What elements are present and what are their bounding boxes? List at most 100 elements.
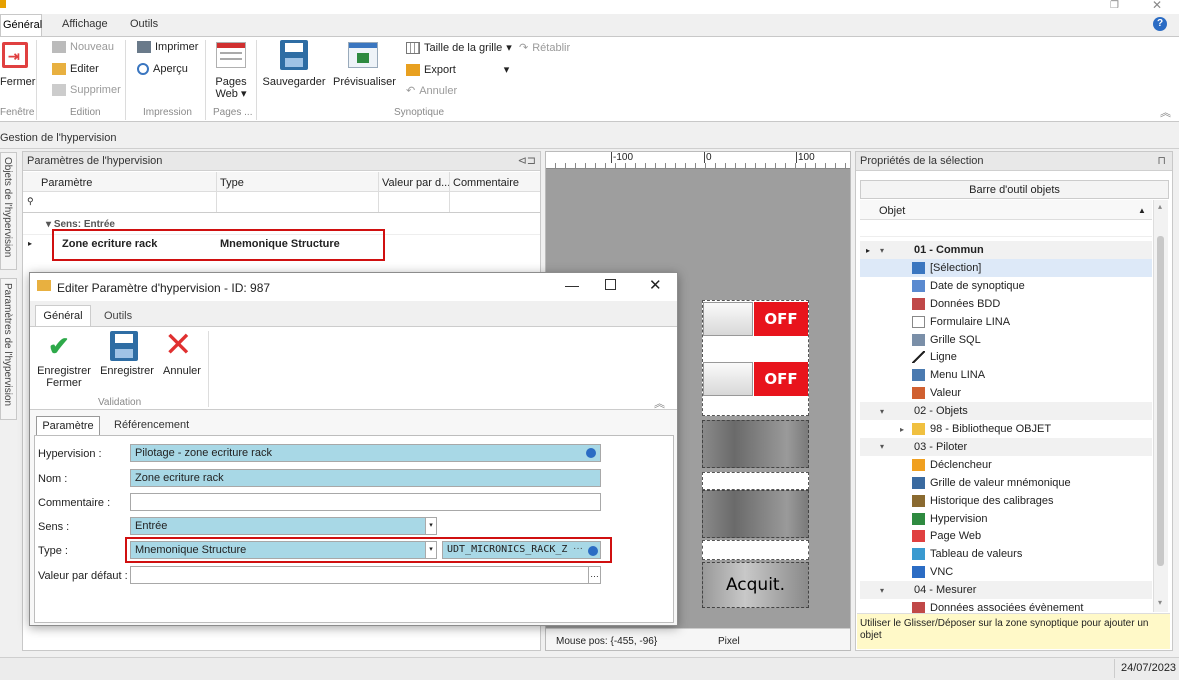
subtab-referencement[interactable]: Référencement [114, 419, 189, 431]
cancel-button[interactable]: Annuler [158, 365, 206, 377]
save-synoptic-button[interactable]: Sauvegarder [262, 76, 326, 88]
help-icon[interactable]: ? [1153, 17, 1167, 31]
tree-item[interactable]: Menu LINA [860, 366, 1152, 384]
cancel-icon[interactable]: ✕ [164, 327, 193, 363]
canvas-gray-block[interactable] [702, 420, 809, 468]
dialog-tab-general[interactable]: Général [35, 305, 91, 327]
collapse-ribbon-icon[interactable]: ︽ [1160, 104, 1171, 120]
save-close-button[interactable]: Enregistrer Fermer [34, 365, 94, 389]
expand-caret-icon[interactable]: ▾ [880, 442, 884, 451]
column-header-valeur[interactable]: Valeur par d... [382, 177, 450, 189]
hypervision-field[interactable]: Pilotage - zone ecriture rack [130, 444, 601, 462]
tree-item[interactable]: Hypervision [860, 510, 1152, 528]
toggle-switch[interactable] [703, 302, 753, 336]
vertical-scrollbar[interactable]: ▴ ▾ [1153, 200, 1168, 612]
pin-icon[interactable]: ⊓ [1157, 154, 1166, 167]
tree-item[interactable]: Page Web [860, 527, 1152, 545]
side-tab-parametres[interactable]: Paramètres de l'hypervision [0, 278, 17, 420]
tree-item[interactable]: Ligne [860, 348, 1152, 366]
preview-icon[interactable] [348, 42, 378, 68]
link-icon[interactable] [586, 448, 596, 458]
tree-item[interactable]: Formulaire LINA [860, 313, 1152, 331]
sens-select[interactable]: Entrée [130, 517, 437, 535]
new-button[interactable]: Nouveau [52, 41, 114, 53]
ribbon-tabs: Général Affichage Outils ? [0, 14, 1179, 37]
default-value-field[interactable] [130, 566, 601, 584]
column-header-objet[interactable]: Objet [879, 205, 905, 217]
name-field[interactable]: Zone ecriture rack [130, 469, 601, 487]
preview-button[interactable]: Prévisualiser [333, 76, 396, 88]
side-tab-objets[interactable]: Objets de l'hypervision [0, 152, 17, 270]
scrollbar-thumb[interactable] [1157, 236, 1164, 566]
off-indicator[interactable]: OFF [754, 362, 808, 396]
pin-icon[interactable]: ⊲⊐ [518, 154, 536, 167]
tree-item[interactable]: Historique des calibrages [860, 492, 1152, 510]
column-header-commentaire[interactable]: Commentaire [453, 177, 519, 189]
maximize-icon[interactable] [605, 279, 616, 290]
expand-caret-icon[interactable]: ▾ [880, 586, 884, 595]
save-button[interactable]: Enregistrer [100, 365, 154, 377]
save-icon[interactable] [280, 40, 308, 70]
tree-group[interactable]: ▾ 02 - Objets [860, 402, 1152, 421]
filter-row[interactable] [860, 221, 1152, 237]
close-icon[interactable]: ✕ [1152, 0, 1162, 12]
comment-field[interactable] [130, 493, 601, 511]
exit-icon[interactable]: ⇥ [2, 42, 28, 68]
tree-item[interactable]: Données BDD [860, 295, 1152, 313]
collapse-ribbon-icon[interactable]: ︽ [654, 395, 665, 411]
save-icon[interactable] [110, 331, 138, 361]
tree-item[interactable]: Déclencheur [860, 456, 1152, 474]
print-button[interactable]: Imprimer [137, 41, 198, 53]
dialog-tab-outils[interactable]: Outils [104, 310, 132, 322]
tree-item[interactable]: Grille SQL [860, 331, 1152, 349]
grid-size-button[interactable]: Taille de la grille ▾ [406, 41, 512, 54]
edit-button[interactable]: Editer [52, 63, 99, 75]
close-button[interactable]: Fermer [0, 76, 35, 88]
tree-item[interactable]: VNC [860, 563, 1152, 581]
expand-caret-icon[interactable]: ▾ [880, 407, 884, 416]
restore-icon[interactable]: ❐ [1110, 0, 1119, 11]
column-header-parametre[interactable]: Paramètre [41, 177, 92, 189]
tab-general[interactable]: Général [0, 14, 42, 37]
minimize-icon[interactable]: — [565, 277, 579, 293]
tree-label: 03 - Piloter [914, 440, 968, 453]
divider [208, 331, 209, 407]
tree-item[interactable]: Tableau de valeurs [860, 545, 1152, 563]
tree-group[interactable]: ▾ ▸ 01 - Commun [860, 241, 1152, 259]
tree-item[interactable]: [Sélection] [860, 258, 1152, 277]
tree-group[interactable]: ▾ 04 - Mesurer [860, 581, 1152, 600]
subtab-parametre[interactable]: Paramètre [36, 416, 100, 436]
ribbon-divider [36, 40, 37, 120]
acquit-button[interactable]: Acquit. [702, 562, 809, 608]
column-header-type[interactable]: Type [220, 177, 244, 189]
tab-outils[interactable]: Outils [130, 18, 158, 30]
toggle-switch[interactable] [703, 362, 753, 396]
print-preview-button[interactable]: Aperçu [137, 63, 188, 75]
canvas-gray-block[interactable] [702, 490, 809, 538]
tree-item[interactable]: Date de synoptique [860, 277, 1152, 295]
tree-item[interactable]: Grille de valeur mnémonique [860, 474, 1152, 492]
tree-item[interactable]: ▸ 98 - Bibliotheque OBJET [860, 420, 1152, 438]
expand-caret-icon[interactable]: ▸ [900, 425, 904, 434]
chrome-icon [912, 530, 925, 543]
export-button[interactable]: Export ▾ [406, 63, 509, 76]
tree-group[interactable]: ▾ 03 - Piloter [860, 437, 1152, 456]
off-indicator[interactable]: OFF [754, 302, 808, 336]
expand-caret-icon[interactable]: ▾ [880, 246, 884, 255]
tree-item[interactable]: Valeur [860, 384, 1152, 402]
undo-button[interactable]: ↶ Annuler [406, 84, 457, 98]
grid-value-icon [912, 476, 925, 489]
delete-button[interactable]: Supprimer [52, 84, 121, 96]
sort-asc-icon[interactable]: ▲ [1138, 206, 1146, 215]
web-pages-icon[interactable] [216, 42, 246, 68]
redo-button[interactable]: ↷ Rétablir [519, 41, 570, 55]
ellipsis-icon[interactable]: … [588, 567, 600, 583]
save-close-icon[interactable]: ✔ [48, 331, 70, 361]
magnifier-icon [137, 63, 149, 75]
ruler-tick: 0 [704, 152, 712, 163]
tab-affichage[interactable]: Affichage [62, 18, 108, 30]
close-icon[interactable]: ✕ [649, 276, 662, 294]
filter-row-icon[interactable]: ⚲ [27, 196, 34, 207]
web-pages-button[interactable]: Pages Web ▾ [208, 76, 254, 100]
chevron-down-icon[interactable]: ▾ [425, 518, 436, 534]
